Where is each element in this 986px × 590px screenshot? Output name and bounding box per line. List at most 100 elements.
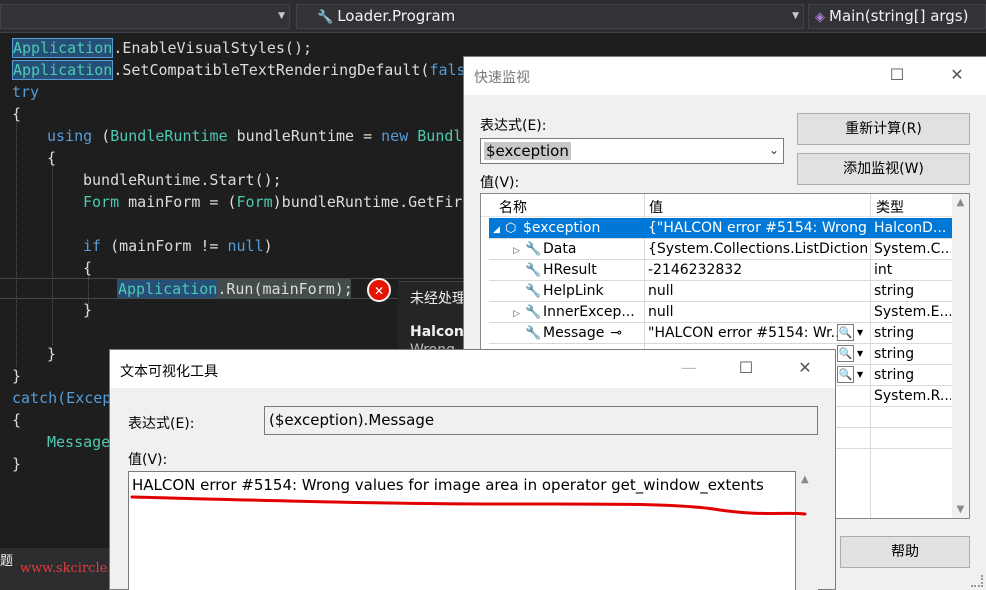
cell-value: "HALCON error #5154: Wr... <box>648 325 844 341</box>
code-line: { <box>47 149 57 167</box>
indent-guide <box>16 117 17 367</box>
chevron-down-icon[interactable]: ▼ <box>857 345 869 362</box>
wrench-icon: 🔧 <box>525 326 542 341</box>
chevron-down-icon: ▼ <box>792 11 799 21</box>
visualizer-value-area[interactable]: HALCON error #5154: Wrong values for ima… <box>128 471 796 590</box>
code-line: Message <box>47 433 111 451</box>
method-combo[interactable]: ◈ Main(string[] args) <box>808 4 986 29</box>
cell-type: string <box>874 367 915 383</box>
cell-value: {"HALCON error #5154: Wrong v... <box>648 220 867 236</box>
table-row[interactable]: ◢ ⬡ $exception {"HALCON error #5154: Wrong … <box>489 218 952 239</box>
text-visualizer-dialog: 文本可视化工具 — ☐ ✕ 表达式(E): ($exception).Messa… <box>109 349 836 590</box>
pin-icon[interactable]: ⊸ <box>610 325 622 341</box>
chevron-down-icon: ⌄ <box>768 143 779 157</box>
code-line-current: Application.Run(mainForm); <box>118 280 353 298</box>
cell-name: ▷ 🔧 InnerExcep... <box>489 302 642 322</box>
expand-icon[interactable]: ▷ <box>513 304 525 322</box>
class-icon: 🔧 <box>317 10 334 25</box>
scroll-up-icon[interactable]: ▲ <box>801 474 809 485</box>
cell-value: null <box>648 304 674 320</box>
row-name: HelpLink <box>543 283 604 299</box>
row-name: $exception <box>523 220 601 236</box>
resize-grip[interactable] <box>971 575 983 587</box>
magnifier-icon[interactable]: 🔍 <box>837 345 854 362</box>
magnifier-icon[interactable]: 🔍 <box>837 366 854 383</box>
code-line: { <box>12 411 22 429</box>
code-line: bundleRuntime.Start(); <box>83 171 282 189</box>
visualizer-scrollbar[interactable]: ▲ <box>796 471 818 590</box>
code-line: Application.SetCompatibleTextRenderingDe… <box>12 60 475 80</box>
grid-scrollbar[interactable]: ▲ ▼ <box>952 194 969 518</box>
cell-type: System.C... <box>874 241 951 257</box>
add-watch-button[interactable]: 添加监视(W) <box>797 153 970 185</box>
code-line: using (BundleRuntime bundleRuntime = new… <box>47 127 472 145</box>
code-line: Form mainForm = (Form)bundleRuntime.GetF… <box>83 193 472 211</box>
cell-name: 🔧 Message ⊸ <box>489 323 642 343</box>
cell-type: System.R... <box>874 388 951 404</box>
table-row[interactable]: ▷ 🔧 InnerExcep... null System.E... <box>489 302 952 323</box>
recalculate-button[interactable]: 重新计算(R) <box>797 113 970 145</box>
text-visualizer-titlebar[interactable]: 文本可视化工具 — ☐ ✕ <box>110 350 835 388</box>
minimize-icon[interactable]: — <box>666 350 712 388</box>
cell-type: string <box>874 346 915 362</box>
cell-value: -2146232832 <box>648 262 743 278</box>
code-line: } <box>12 455 22 473</box>
chevron-down-icon[interactable]: ▼ <box>857 366 869 383</box>
chevron-down-icon: ▼ <box>278 11 285 21</box>
maximize-icon[interactable]: ☐ <box>874 57 920 95</box>
method-icon: ◈ <box>815 10 825 25</box>
cell-type <box>871 428 951 448</box>
scroll-down-icon[interactable]: ▼ <box>952 504 969 515</box>
navigation-bar: ▼ 🔧 Loader.Program ▼ ◈ Main(string[] args) <box>0 0 986 33</box>
code-line: } <box>12 367 22 385</box>
cell-type: string <box>874 283 915 299</box>
code-line: } <box>83 301 93 319</box>
wrench-icon: 🔧 <box>525 242 542 257</box>
close-icon[interactable]: ✕ <box>782 350 828 388</box>
row-name: InnerExcep... <box>543 304 635 320</box>
quickwatch-titlebar[interactable]: 快速监视 ☐ ✕ <box>464 57 986 95</box>
cell-name: 🔧 HelpLink <box>489 281 642 301</box>
row-name: HResult <box>543 262 597 278</box>
table-row[interactable]: 🔧 HResult -2146232832 int <box>489 260 952 281</box>
cell-type: string <box>874 325 915 341</box>
error-icon[interactable]: ✕ <box>367 278 391 302</box>
close-icon[interactable]: ✕ <box>934 57 980 95</box>
help-button[interactable]: 帮助 <box>840 536 970 568</box>
table-row[interactable]: ▷ 🔧 Data {System.Collections.ListDictiona..… <box>489 239 952 260</box>
row-name: Message <box>543 325 605 341</box>
cell-type <box>871 407 951 427</box>
code-line: catch(Excep <box>12 389 112 407</box>
grid-header: 名称 值 类型 <box>481 194 969 217</box>
class-combo[interactable]: 🔧 Loader.Program ▼ <box>296 4 804 29</box>
wrench-icon: 🔧 <box>525 263 542 278</box>
cell-name: ◢ ⬡ $exception <box>489 218 642 238</box>
cell-name: ▷ 🔧 Data <box>489 239 642 259</box>
code-line: Application.EnableVisualStyles(); <box>12 38 313 58</box>
wrench-icon: 🔧 <box>525 284 542 299</box>
code-line: try <box>12 83 40 101</box>
table-row[interactable]: 🔧 Message ⊸ "HALCON error #5154: Wr... 🔍 ▼ str… <box>489 323 952 344</box>
table-row[interactable]: 🔧 HelpLink null string <box>489 281 952 302</box>
project-combo[interactable]: ▼ <box>0 4 290 29</box>
maximize-icon[interactable]: ☐ <box>723 350 769 388</box>
cell-value: null <box>648 283 674 299</box>
chevron-down-icon[interactable]: ▼ <box>857 324 869 341</box>
cell-value: {System.Collections.ListDictiona... <box>648 241 867 257</box>
expression-combo[interactable]: $exception ⌄ <box>480 138 784 164</box>
visualizer-value-text: HALCON error #5154: Wrong values for ima… <box>132 476 764 494</box>
visualizer-expression-field[interactable]: ($exception).Message <box>264 406 818 435</box>
expanded-icon[interactable]: ◢ <box>493 220 505 238</box>
magnifier-icon[interactable]: 🔍 <box>837 324 854 341</box>
code-line: { <box>83 259 93 277</box>
scroll-up-icon[interactable]: ▲ <box>952 197 969 208</box>
expand-icon[interactable]: ▷ <box>513 241 525 259</box>
indent-guide <box>52 160 53 345</box>
row-name: Data <box>543 241 577 257</box>
wrench-icon: 🔧 <box>525 305 542 320</box>
object-icon: ⬡ <box>505 221 517 236</box>
code-line: if (mainForm != null) <box>83 237 273 255</box>
cell-type: System.E... <box>874 304 951 320</box>
cell-name: 🔧 HResult <box>489 260 642 280</box>
code-line: { <box>12 105 22 123</box>
